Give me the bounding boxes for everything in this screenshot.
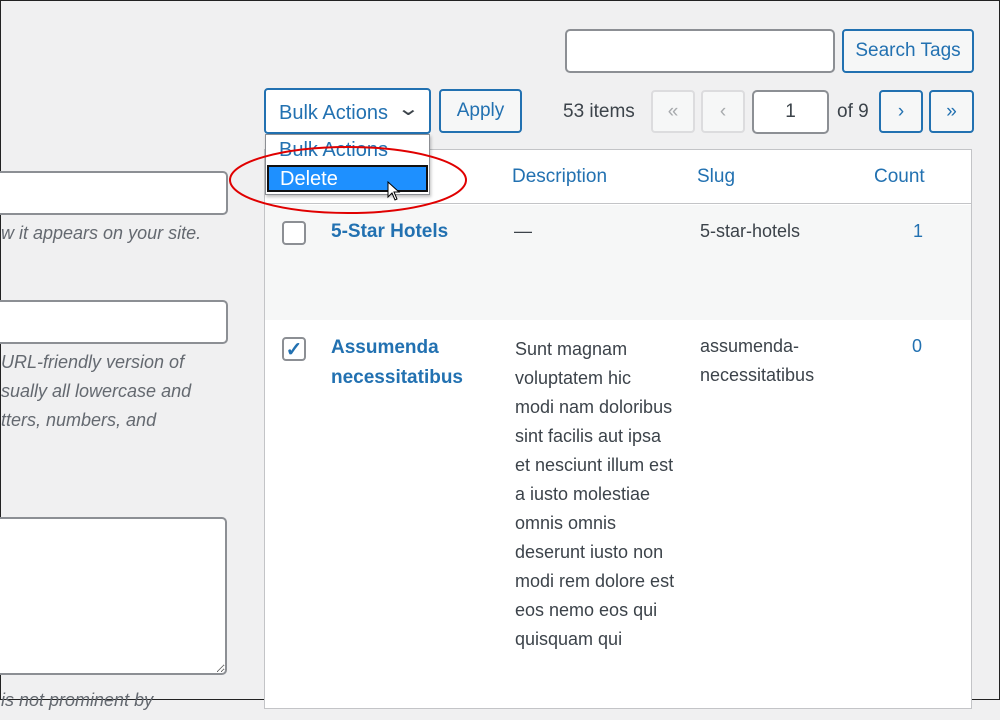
tag-name-link[interactable]: Assumenda necessitatibus bbox=[331, 333, 491, 393]
search-input[interactable] bbox=[565, 29, 835, 73]
column-description[interactable]: Description bbox=[512, 166, 607, 188]
search-tags-button[interactable]: Search Tags bbox=[842, 29, 974, 73]
row-checkbox[interactable] bbox=[282, 221, 306, 245]
table-row: 5-Star Hotels — 5-star-hotels 1 bbox=[265, 205, 971, 320]
slug-help-line: URL-friendly version of bbox=[1, 352, 185, 372]
row-checkbox-checked[interactable]: ✓ bbox=[282, 337, 306, 361]
description-help-text: is not prominent by bbox=[1, 690, 154, 710]
mouse-cursor-icon bbox=[387, 181, 401, 201]
next-page-button[interactable]: › bbox=[879, 90, 923, 133]
column-count[interactable]: Count bbox=[874, 166, 925, 188]
table-row: ✓ Assumenda necessitatibus Sunt magnam v… bbox=[265, 320, 971, 720]
tag-description: Sunt magnam voluptatem hic modi nam dolo… bbox=[515, 339, 675, 649]
current-page-input[interactable] bbox=[752, 90, 829, 134]
tag-slug: assumenda-necessitatibus bbox=[700, 336, 815, 385]
last-page-button[interactable]: » bbox=[929, 90, 974, 133]
tags-table: Description Slug Count 5-Star Hotels — 5… bbox=[264, 149, 972, 709]
column-slug[interactable]: Slug bbox=[697, 166, 735, 188]
first-page-button[interactable]: « bbox=[651, 90, 695, 133]
prev-page-button[interactable]: ‹ bbox=[701, 90, 745, 133]
slug-help-line: sually all lowercase and bbox=[1, 381, 192, 401]
total-pages: of 9 bbox=[837, 101, 869, 122]
tag-name-link[interactable]: 5-Star Hotels bbox=[331, 221, 448, 243]
bulk-actions-select[interactable]: Bulk Actions ⌄ bbox=[264, 88, 431, 134]
tag-name-input[interactable] bbox=[0, 171, 228, 215]
tag-slug: 5-star-hotels bbox=[700, 221, 801, 241]
tag-description: — bbox=[514, 221, 532, 241]
items-count: 53 items bbox=[563, 101, 635, 122]
tag-slug-input[interactable] bbox=[0, 300, 228, 344]
slug-help-line: tters, numbers, and bbox=[1, 410, 157, 430]
name-help-text: w it appears on your site. bbox=[1, 223, 202, 243]
apply-button[interactable]: Apply bbox=[439, 89, 522, 133]
tag-count-link[interactable]: 1 bbox=[913, 217, 923, 246]
annotation-ellipse bbox=[229, 146, 467, 214]
bulk-actions-value: Bulk Actions bbox=[279, 102, 388, 124]
chevron-down-icon: ⌄ bbox=[396, 98, 421, 120]
tag-count-link[interactable]: 0 bbox=[912, 332, 922, 361]
tag-description-textarea[interactable] bbox=[0, 517, 227, 675]
